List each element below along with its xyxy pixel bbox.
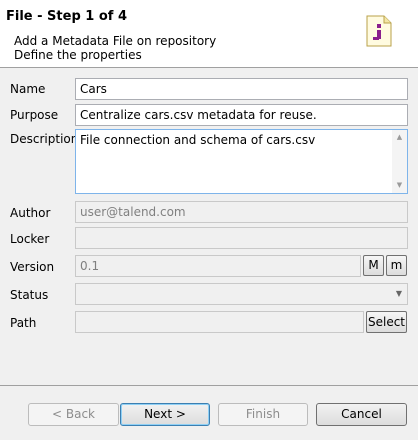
scroll-down-icon[interactable]: ▼ (392, 178, 407, 193)
description-text: File connection and schema of cars.csv (80, 133, 316, 147)
select-path-button[interactable]: Select (366, 311, 407, 333)
scroll-up-icon[interactable]: ▲ (392, 130, 407, 145)
name-input[interactable]: Cars (75, 78, 408, 100)
purpose-label: Purpose (10, 108, 59, 122)
metadata-file-icon (366, 15, 392, 47)
wizard-header: File - Step 1 of 4 Add a Metadata File o… (0, 0, 418, 68)
properties-form: Name Cars Purpose Centralize cars.csv me… (0, 69, 418, 385)
version-field: 0.1 (75, 255, 361, 277)
locker-label: Locker (10, 232, 50, 246)
locker-field (75, 227, 408, 249)
major-version-button[interactable]: M (363, 255, 384, 276)
path-field (75, 311, 364, 333)
status-label: Status (10, 288, 49, 302)
finish-button[interactable]: Finish (218, 403, 308, 426)
back-button[interactable]: < Back (28, 403, 119, 426)
minor-version-button[interactable]: m (386, 255, 407, 276)
wizard-title: File - Step 1 of 4 (6, 9, 128, 24)
wizard-description: Define the properties (14, 48, 142, 62)
wizard-subtitle: Add a Metadata File on repository (14, 34, 217, 48)
path-label: Path (10, 316, 37, 330)
description-scrollbar[interactable]: ▲ ▼ (392, 130, 407, 193)
footer-divider (0, 385, 418, 386)
author-field: user@talend.com (75, 201, 408, 223)
name-label: Name (10, 82, 46, 96)
author-label: Author (10, 206, 51, 220)
purpose-input[interactable]: Centralize cars.csv metadata for reuse. (75, 104, 408, 126)
chevron-down-icon[interactable]: ▼ (393, 288, 405, 300)
version-label: Version (10, 260, 55, 274)
description-label: Description (10, 132, 79, 146)
status-select[interactable]: ▼ (75, 283, 408, 305)
description-textarea[interactable]: File connection and schema of cars.csv ▲… (75, 129, 408, 194)
cancel-button[interactable]: Cancel (316, 403, 407, 426)
next-button[interactable]: Next > (120, 403, 210, 426)
